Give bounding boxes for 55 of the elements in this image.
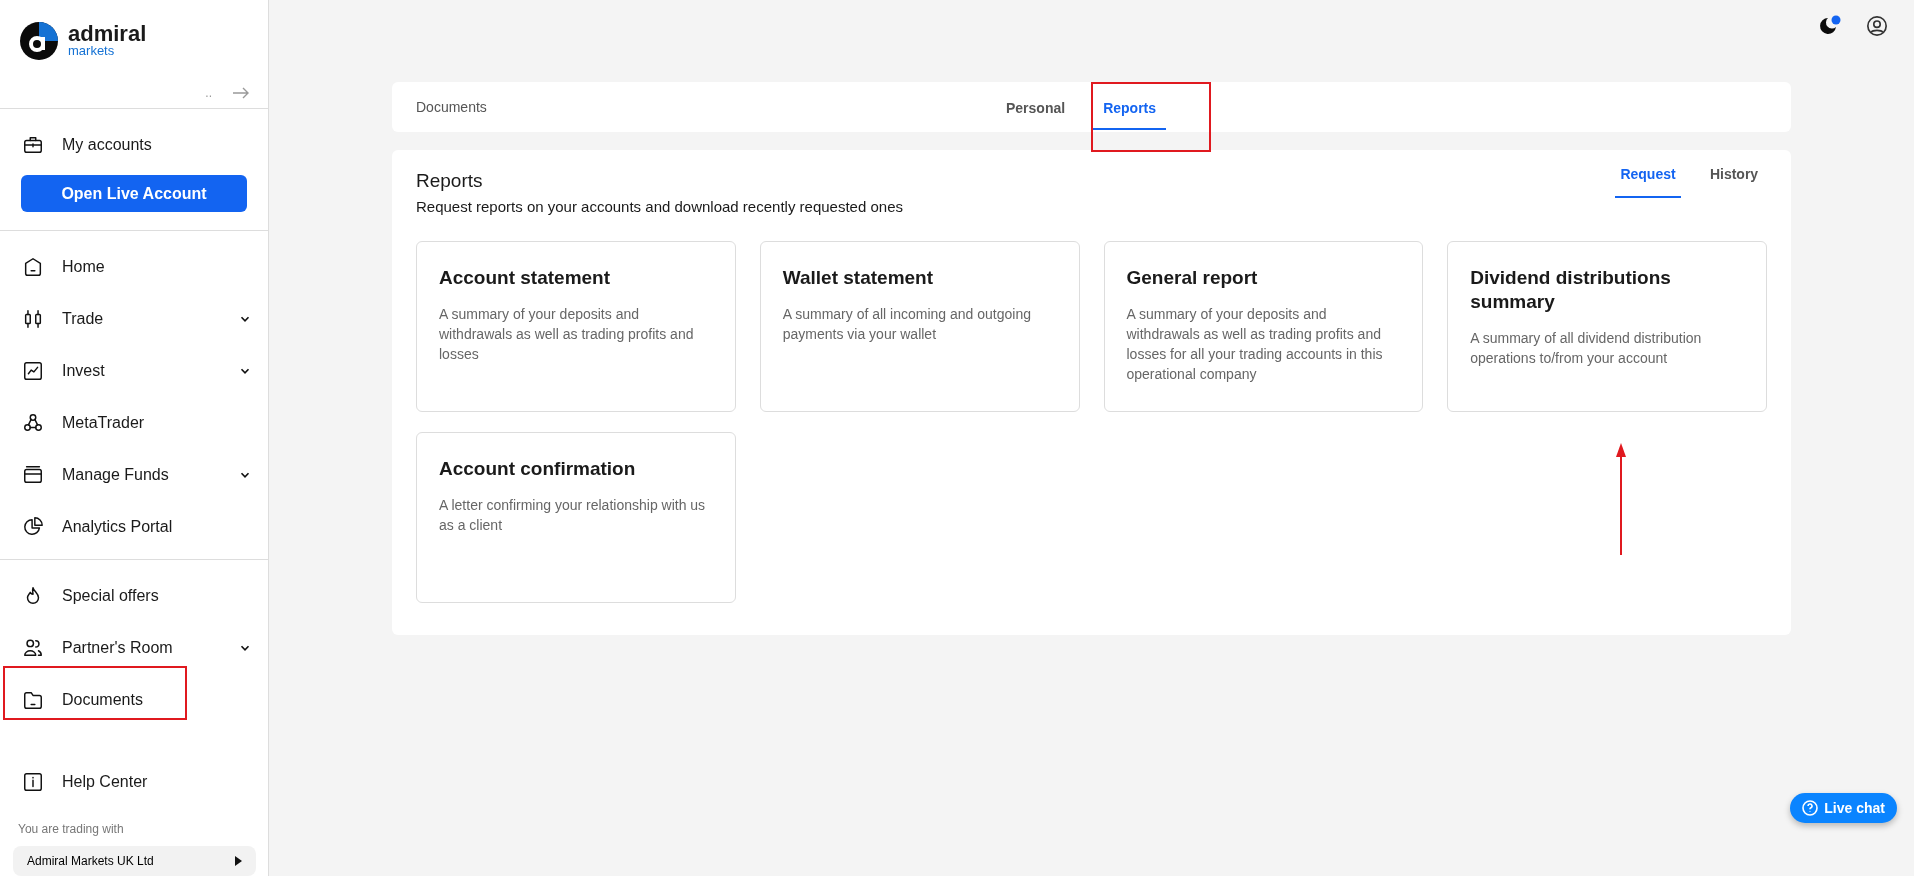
info-icon: [22, 771, 44, 793]
menu-item[interactable]: Home: [0, 241, 268, 293]
user-icon[interactable]: [1866, 15, 1888, 37]
panel-title: Reports: [416, 170, 483, 192]
logo-icon: [20, 22, 58, 60]
card-description: A summary of your deposits and withdrawals as well as trading profits and losses for all your trading accounts in this operational company: [1126, 305, 1384, 384]
card-title: Account statement: [439, 266, 612, 290]
card-title: General report: [1126, 266, 1259, 290]
card-description: A letter confirming your relationship with us as a client: [439, 496, 707, 535]
menu-item[interactable]: Trade: [0, 293, 268, 345]
help-icon: [1802, 800, 1819, 816]
menu-item[interactable]: Help Center: [0, 756, 268, 808]
chart-icon: [22, 360, 44, 382]
trading-with-label: You are trading with: [17, 821, 125, 838]
card-description: A summary of all dividend distribution operations to/from your account: [1470, 329, 1703, 368]
tab[interactable]: Personal: [996, 84, 1076, 130]
home-icon: [22, 256, 44, 278]
tab[interactable]: History: [1701, 162, 1767, 198]
card-title: Account confirmation: [439, 457, 637, 481]
menu-item[interactable]: Manage Funds: [0, 449, 268, 501]
people-icon: [22, 637, 44, 659]
menu-item[interactable]: Documents: [0, 674, 268, 726]
network-icon: [22, 412, 44, 434]
menu-item[interactable]: MetaTrader: [0, 397, 268, 449]
card-title: Wallet statement: [782, 266, 935, 290]
page-title: Documents: [416, 99, 488, 115]
report-card[interactable]: Account statement A summary of your deposits and withdrawals as well as trading profits and losses: [416, 241, 736, 412]
card-description: A summary of all incoming and outgoing payments via your wallet: [782, 305, 1032, 344]
candlestick-icon: [22, 308, 44, 330]
tab[interactable]: Request: [1615, 162, 1681, 198]
menu-item[interactable]: Special offers: [0, 570, 268, 622]
card-title: Dividend distributions summary: [1470, 266, 1672, 314]
report-card[interactable]: Account confirmation A letter confirming your relationship with us as a client: [416, 432, 736, 603]
brand-name: admiral: [68, 24, 147, 44]
tab[interactable]: Reports: [1093, 84, 1167, 130]
menu-item[interactable]: Analytics Portal: [0, 501, 268, 553]
open-live-account-button[interactable]: Open Live Account: [21, 175, 247, 212]
wallet-icon: [22, 464, 44, 486]
panel-subtitle: Request reports on your accounts and download recently requested ones: [416, 198, 904, 215]
menu-item[interactable]: Partner's Room: [0, 622, 268, 674]
triangle-right-icon: [235, 856, 242, 866]
arrow-right-icon[interactable]: [232, 86, 250, 100]
card-description: A summary of your deposits and withdrawals as well as trading profits and losses: [439, 305, 695, 364]
report-card[interactable]: General report A summary of your deposits and withdrawals as well as trading profits and losses for all your trading accounts in this operational company: [1103, 241, 1424, 412]
live-chat-button[interactable]: Live chat: [1790, 793, 1897, 823]
report-card[interactable]: Wallet statement A summary of all incoming and outgoing payments via your wallet: [759, 241, 1080, 412]
company-selector[interactable]: Admiral Markets UK Ltd: [13, 846, 256, 876]
folder-icon: [22, 689, 44, 711]
collapse-label: ..: [205, 86, 212, 100]
briefcase-icon: [22, 134, 44, 156]
menu-item[interactable]: Invest: [0, 345, 268, 397]
menu-item[interactable]: My accounts: [0, 119, 268, 171]
report-card[interactable]: Dividend distributions summary A summary of all dividend distribution operations to/from your account: [1447, 241, 1767, 412]
pie-chart-icon: [22, 516, 44, 538]
brand-subtitle: markets: [68, 44, 116, 58]
